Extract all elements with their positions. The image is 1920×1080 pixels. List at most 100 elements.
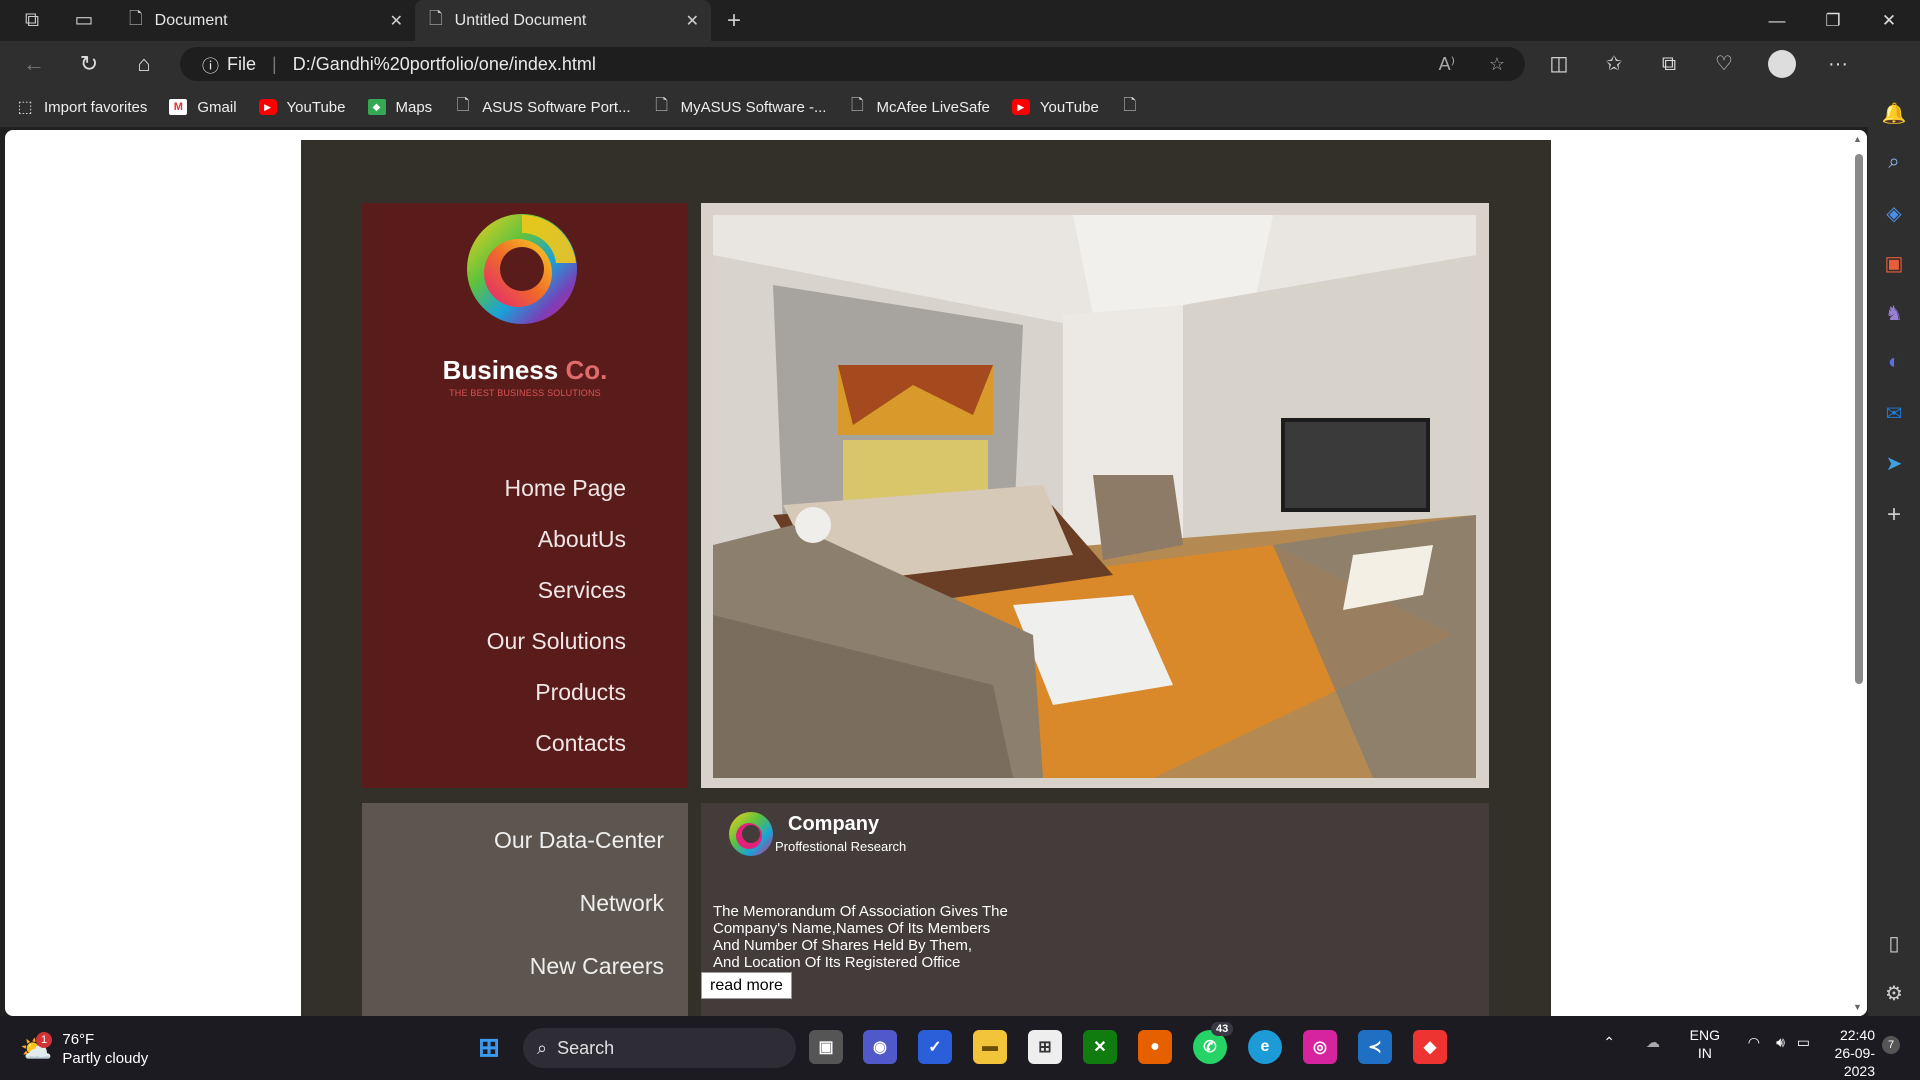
favorite-untitled[interactable]: 🗋 (1121, 96, 1149, 115)
restore-icon[interactable]: ❐ (1805, 0, 1861, 41)
clock[interactable]: 22:40 26-09-2023 (1805, 1026, 1875, 1080)
close-tab-icon[interactable]: ✕ (390, 11, 403, 31)
onedrive-icon[interactable]: ☁ (1646, 1034, 1660, 1051)
favorite-youtube[interactable]: ▶ YouTube (258, 99, 346, 116)
refresh-icon[interactable]: ↻ (67, 41, 111, 87)
teams-icon[interactable]: ◉ (863, 1030, 897, 1064)
tab-title: Document (154, 11, 228, 29)
language-indicator[interactable]: ENG IN (1690, 1026, 1720, 1062)
favorite-maps[interactable]: ◆ Maps (367, 99, 432, 116)
maps-icon: ◆ (367, 99, 386, 115)
info-icon[interactable]: ⓘ (202, 52, 219, 77)
address-bar[interactable]: ⓘ File | D:/Gandhi%20portfolio/one/index… (180, 47, 1525, 81)
back-icon[interactable]: ← (12, 41, 56, 87)
xbox-icon[interactable]: ✕ (1083, 1030, 1117, 1064)
favorite-star-icon[interactable]: ☆ (1489, 54, 1505, 75)
hide-sidebar-icon[interactable]: ▯ (1868, 931, 1920, 956)
settings-gear-icon[interactable]: ⚙ (1868, 981, 1920, 1006)
close-tab-icon[interactable]: ✕ (686, 11, 699, 31)
nav-contacts[interactable]: Contacts (487, 729, 626, 780)
whatsapp-badge: 43 (1211, 1022, 1234, 1036)
show-hidden-icons-icon[interactable]: ⌃ (1603, 1034, 1615, 1051)
windows-taskbar: ⛅ 1 76°F Partly cloudy ⊞ ⌕ Search ▣ ◉ ✓ ▬ ⊞… (0, 1016, 1920, 1080)
task-view-icon[interactable]: ▣ (809, 1030, 843, 1064)
split-screen-icon[interactable]: ◫ (1537, 41, 1581, 87)
search-icon[interactable]: ⌕ (1868, 151, 1920, 174)
close-window-icon[interactable]: ✕ (1861, 0, 1917, 41)
brand-tagline: THE BEST BUSINESS SOLUTIONS (449, 388, 601, 398)
minimize-icon[interactable]: — (1749, 0, 1805, 41)
file-explorer-icon[interactable]: ▬ (973, 1030, 1007, 1064)
tab-document[interactable]: 🗋 Document ✕ (115, 0, 415, 41)
doc-icon: 🗋 (429, 9, 443, 28)
microsoft-store-icon[interactable]: ⊞ (1028, 1030, 1062, 1064)
weather-widget[interactable]: ⛅ 1 76°F Partly cloudy (20, 1030, 148, 1068)
whatsapp-icon[interactable]: ✆ 43 (1193, 1022, 1234, 1064)
nav-our-data-center[interactable]: Our Data-Center (494, 825, 664, 888)
add-sidebar-app-icon[interactable]: + (1868, 501, 1920, 529)
taskbar-search[interactable]: ⌕ Search (523, 1028, 796, 1068)
games-icon[interactable]: ♞ (1868, 301, 1920, 326)
notification-bell-icon[interactable]: 🔔 (1868, 101, 1920, 126)
shopping-tag-icon[interactable]: ◈ (1868, 201, 1920, 226)
scroll-down-icon[interactable]: ▼ (1853, 1002, 1862, 1012)
favorite-myasus[interactable]: 🗋 MyASUS Software -... (653, 96, 826, 116)
browser-essentials-icon[interactable]: ♡ (1702, 41, 1746, 87)
more-options-icon[interactable]: ··· (1816, 41, 1860, 87)
read-aloud-icon[interactable]: A⁾ (1439, 54, 1455, 75)
favorites-bar: ⬚ Import favorites M Gmail ▶ YouTube ◆ Maps … (0, 87, 1920, 127)
weather-temp: 76°F (62, 1031, 95, 1048)
page-viewport: Business Co. THE BEST BUSINESS SOLUTIONS… (5, 130, 1867, 1016)
tools-icon[interactable]: ▣ (1868, 251, 1920, 276)
tab-untitled-document[interactable]: 🗋 Untitled Document ✕ (415, 0, 711, 41)
firefox-icon[interactable]: ● (1138, 1030, 1172, 1064)
nav-products[interactable]: Products (487, 678, 626, 729)
doc-icon: 🗋 (655, 96, 669, 114)
company-subtitle: Proffestional Research (775, 839, 907, 854)
favorite-youtube-2[interactable]: ▶ YouTube (1011, 99, 1099, 116)
edge-sidebar: 🔔 ⌕ ◈ ▣ ♞ ◐ ✉ ➤ + ▯ ⚙ (1868, 41, 1920, 1016)
copilot-icon[interactable]: ◐ (1868, 351, 1920, 374)
favorites-icon[interactable]: ✩ (1592, 41, 1636, 87)
main-nav: Home Page AboutUs Services Our Solutions… (487, 474, 626, 780)
todo-icon[interactable]: ✓ (918, 1030, 952, 1064)
scroll-up-icon[interactable]: ▲ (1853, 134, 1862, 144)
doc-icon: 🗋 (456, 96, 470, 114)
favorite-mcafee[interactable]: 🗋 McAfee LiveSafe (848, 97, 990, 116)
wifi-icon[interactable]: ◠ (1748, 1034, 1760, 1051)
nav-services[interactable]: Services (487, 576, 626, 627)
nav-home-page[interactable]: Home Page (487, 474, 626, 525)
anydesk-icon[interactable]: ◆ (1413, 1030, 1447, 1064)
nav-new-careers[interactable]: New Careers (494, 951, 664, 1014)
company-description: The Memorandum Of Association Gives The … (713, 903, 1033, 971)
outlook-icon[interactable]: ✉ (1868, 401, 1920, 426)
edge-icon[interactable]: e (1248, 1030, 1282, 1064)
favorite-import[interactable]: ⬚ Import favorites (16, 99, 147, 117)
doc-icon: 🗋 (1123, 96, 1137, 114)
page-scrollbar[interactable]: ▲ ▼ (1849, 130, 1867, 1016)
windows-start-icon[interactable]: ⊞ (472, 1030, 506, 1064)
gmail-icon: M (169, 99, 188, 115)
scrollbar-thumb[interactable] (1855, 154, 1863, 684)
tab-actions-icon[interactable]: ▭ (64, 0, 104, 41)
read-more-button[interactable]: read more (701, 972, 792, 999)
nav-about-us[interactable]: AboutUs (487, 525, 626, 576)
new-tab-icon[interactable]: + (714, 0, 754, 41)
nav-our-solutions[interactable]: Our Solutions (487, 627, 626, 678)
vscode-icon[interactable]: ≺ (1358, 1030, 1392, 1064)
notification-count[interactable]: 7 (1882, 1036, 1900, 1054)
favorite-gmail[interactable]: M Gmail (169, 99, 237, 116)
favorite-asus-software[interactable]: 🗋 ASUS Software Port... (454, 96, 631, 116)
workspaces-icon[interactable]: ⧉ (12, 0, 52, 41)
volume-icon[interactable]: 🔊︎ (1776, 1034, 1785, 1051)
brand-nav-panel: Business Co. THE BEST BUSINESS SOLUTIONS… (362, 203, 688, 788)
nav-network[interactable]: Network (494, 888, 664, 951)
url-text[interactable]: D:/Gandhi%20portfolio/one/index.html (293, 54, 596, 75)
profile-avatar-icon[interactable] (1760, 41, 1804, 87)
import-icon: ⬚ (17, 99, 33, 116)
home-icon[interactable]: ⌂ (122, 41, 166, 87)
instagram-icon[interactable]: ◎ (1303, 1030, 1337, 1064)
collections-icon[interactable]: ⧉ (1647, 41, 1691, 87)
description-line: And Number Of Shares Held By Them, (713, 937, 972, 954)
drop-icon[interactable]: ➤ (1868, 451, 1920, 476)
